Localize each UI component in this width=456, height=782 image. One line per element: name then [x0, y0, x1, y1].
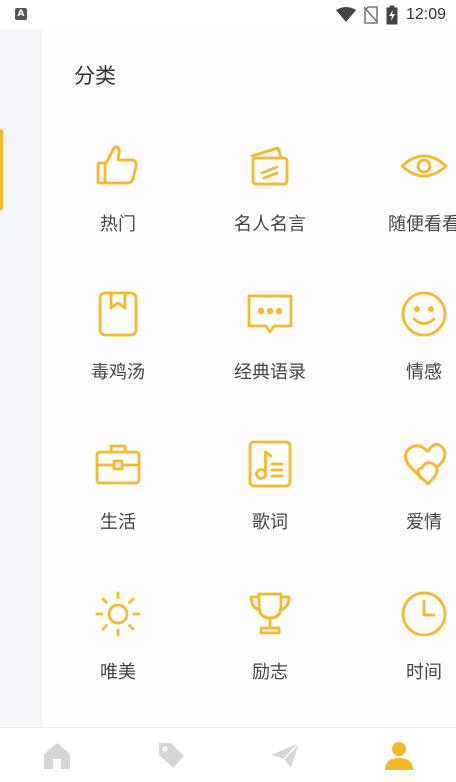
category-emotion[interactable]: 情感: [364, 288, 456, 384]
sidebar-active-indicator: [0, 130, 3, 210]
book-bookmark-icon: [98, 291, 138, 337]
category-grid: 热门 名人名言 随便看看 毒鸡汤 经典语录 情感 生活 歌词 爱情 唯美 励志 …: [42, 30, 456, 727]
category-famous-quotes[interactable]: 名人名言: [210, 140, 330, 236]
tag-icon: [159, 743, 184, 768]
category-label: 时间: [406, 662, 442, 683]
user-icon: [385, 742, 413, 770]
tab-send[interactable]: [228, 728, 342, 782]
app-notification-icon: A: [15, 8, 27, 20]
cards-icon: [250, 146, 289, 186]
hearts-icon: [404, 443, 447, 486]
category-label: 唯美: [100, 662, 136, 683]
category-lyrics[interactable]: 歌词: [210, 438, 330, 534]
battery-charging-icon: [386, 5, 398, 25]
category-aesthetic[interactable]: 唯美: [58, 588, 178, 684]
category-label: 经典语录: [234, 362, 306, 383]
home-icon: [44, 743, 70, 769]
chat-bubble-icon: [247, 294, 293, 334]
category-label: 励志: [252, 662, 288, 683]
category-hot[interactable]: 热门: [58, 140, 178, 236]
category-life[interactable]: 生活: [58, 438, 178, 534]
clock-icon: [401, 591, 447, 637]
status-bar: A 12:09: [0, 0, 456, 30]
category-poison-soup[interactable]: 毒鸡汤: [58, 288, 178, 384]
briefcase-icon: [95, 444, 141, 485]
category-panel: 分类 热门 名人名言 随便看看 毒鸡汤 经典语录 情感 生活 歌词 爱情 唯美 …: [42, 30, 456, 727]
no-sim-icon: [363, 6, 378, 24]
category-label: 爱情: [406, 512, 442, 533]
status-icons: 12:09: [335, 0, 446, 30]
tab-home[interactable]: [0, 728, 114, 782]
category-love[interactable]: 爱情: [364, 438, 456, 534]
sun-icon: [95, 591, 141, 637]
bottom-tab-bar: [0, 727, 456, 782]
category-browse[interactable]: 随便看看: [364, 140, 456, 236]
music-note-icon: [248, 440, 292, 488]
sidebar: [0, 30, 42, 727]
category-label: 情感: [406, 362, 442, 383]
send-icon: [271, 742, 300, 768]
category-label: 热门: [100, 214, 136, 235]
category-label: 随便看看: [388, 214, 456, 235]
tab-tags[interactable]: [114, 728, 228, 782]
clock-time: 12:09: [405, 6, 446, 23]
category-time[interactable]: 时间: [364, 588, 456, 684]
thumbs-up-icon: [96, 145, 138, 185]
eye-icon: [400, 154, 448, 178]
category-label: 生活: [100, 512, 136, 533]
category-label: 毒鸡汤: [91, 362, 145, 383]
wifi-icon: [335, 7, 356, 22]
category-label: 名人名言: [234, 214, 306, 235]
category-label: 歌词: [252, 512, 288, 533]
category-inspiration[interactable]: 励志: [210, 588, 330, 684]
category-classic-quotes[interactable]: 经典语录: [210, 288, 330, 384]
trophy-icon: [249, 592, 291, 635]
smile-icon: [401, 291, 447, 337]
tab-profile[interactable]: [342, 728, 456, 782]
